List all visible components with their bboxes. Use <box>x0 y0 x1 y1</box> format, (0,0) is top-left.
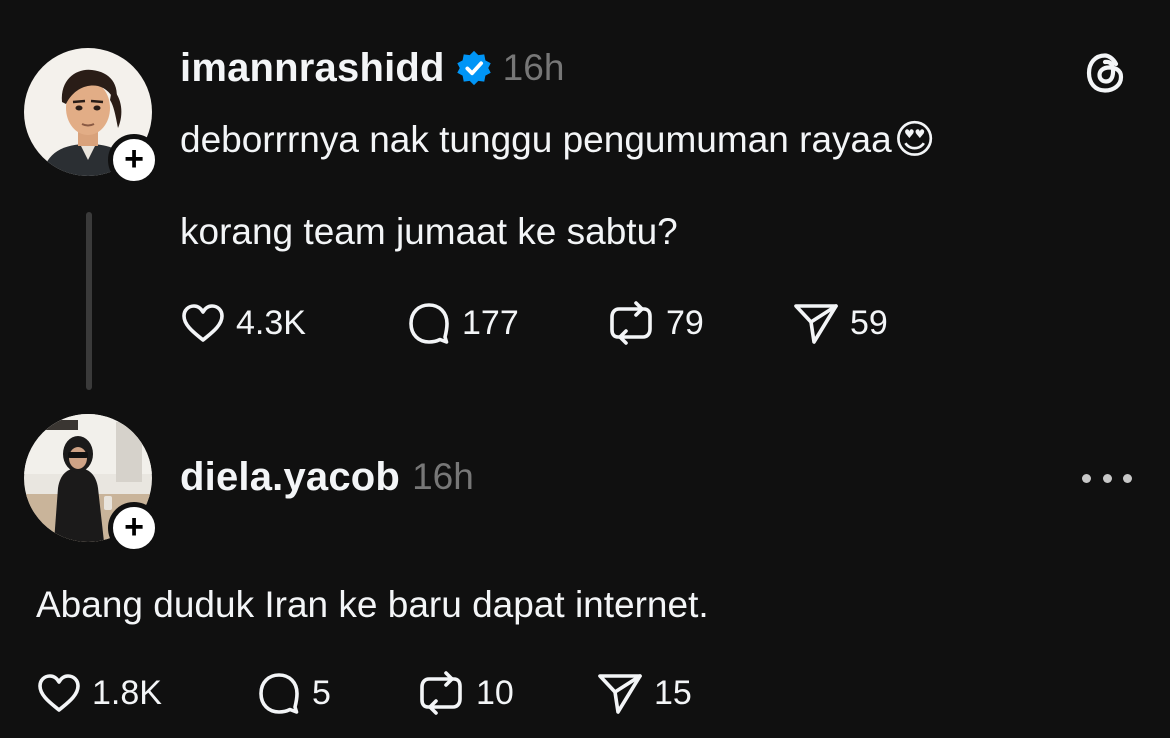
post-text: deborrrnya nak tunggu pengumuman rayaa <box>180 119 892 160</box>
share-button[interactable]: 59 <box>792 300 888 346</box>
reply-count: 5 <box>312 673 331 712</box>
threads-logo-icon[interactable] <box>1083 50 1129 96</box>
repost-button[interactable]: 79 <box>606 300 704 346</box>
repost-icon <box>610 301 652 345</box>
like-count: 4.3K <box>236 303 306 342</box>
thread-connector-line <box>86 212 92 390</box>
post-text-line-1: deborrrnya nak tunggu pengumuman rayaa 😍 <box>180 117 935 163</box>
repost-icon <box>420 671 462 715</box>
repost-count: 79 <box>666 303 704 342</box>
verified-badge-icon <box>455 49 493 87</box>
share-button[interactable]: 15 <box>596 670 692 716</box>
repost-count: 10 <box>476 673 514 712</box>
share-count: 15 <box>654 673 692 712</box>
post-text: Abang duduk Iran ke baru dapat internet. <box>36 584 709 625</box>
send-icon <box>794 304 838 344</box>
plus-icon: + <box>124 140 144 178</box>
repost-button[interactable]: 10 <box>416 670 514 716</box>
heart-icon <box>38 674 80 712</box>
like-button[interactable]: 1.8K <box>36 670 162 716</box>
timestamp: 16h <box>412 456 474 497</box>
reply-count: 177 <box>462 303 519 342</box>
follow-plus-button[interactable]: + <box>108 502 160 554</box>
post-header: imannrashidd 16h <box>180 44 564 92</box>
follow-plus-button[interactable]: + <box>108 134 160 186</box>
more-options-icon[interactable] <box>1082 470 1132 486</box>
username[interactable]: imannrashidd <box>180 46 445 91</box>
heart-eyes-emoji: 😍 <box>893 118 936 162</box>
plus-icon: + <box>124 508 144 546</box>
send-icon <box>598 674 642 714</box>
like-count: 1.8K <box>92 673 162 712</box>
share-count: 59 <box>850 303 888 342</box>
like-button[interactable]: 4.3K <box>180 300 306 346</box>
reply-button[interactable]: 177 <box>406 300 519 346</box>
heart-icon <box>182 304 224 342</box>
comment-icon <box>409 303 449 344</box>
timestamp: 16h <box>502 47 565 88</box>
comment-icon <box>259 673 299 714</box>
post-text-line-2: korang team jumaat ke sabtu? <box>180 211 678 252</box>
reply-button[interactable]: 5 <box>256 670 331 716</box>
post-header: diela.yacob 16h <box>180 453 474 501</box>
username[interactable]: diela.yacob <box>180 455 400 500</box>
